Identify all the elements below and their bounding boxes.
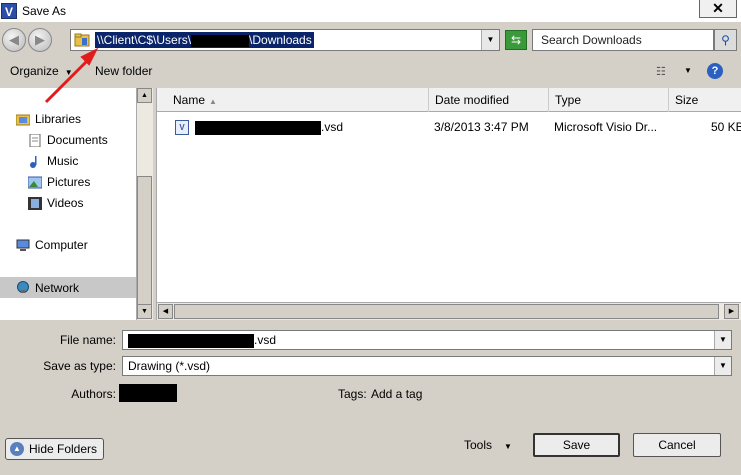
navigation-bar: ◀ ▶ \\Client\C$\Users\ \Downloads ▼ ⇆ Sea… bbox=[0, 22, 741, 58]
chevron-down-icon: ▼ bbox=[64, 68, 73, 77]
column-name-label: Name bbox=[173, 93, 206, 107]
navigation-pane: Libraries Documents Music Pictures Video… bbox=[0, 88, 136, 320]
libraries-icon bbox=[16, 114, 30, 125]
visio-app-icon: V bbox=[1, 3, 17, 19]
organize-button[interactable]: Organize ▼ bbox=[10, 64, 73, 78]
sort-ascending-icon: ▲ bbox=[209, 97, 217, 106]
search-input[interactable]: Search Downloads bbox=[532, 29, 714, 51]
sidebar-item-network[interactable]: Network bbox=[0, 277, 136, 298]
sidebar-item-libraries[interactable]: Libraries bbox=[16, 110, 81, 128]
scroll-up-arrow-icon[interactable]: ▲ bbox=[137, 88, 152, 103]
back-button[interactable]: ◀ bbox=[2, 28, 26, 52]
file-list-horizontal-scrollbar[interactable]: ◀ ▶ bbox=[157, 302, 741, 320]
navigation-pane-scrollbar[interactable]: ▲ ▼ bbox=[136, 88, 153, 320]
file-list: Name ▲ Date modified Type Size V .vsd 3/8… bbox=[156, 88, 741, 320]
search-icon[interactable]: ⚲ bbox=[714, 29, 737, 51]
forward-button[interactable]: ▶ bbox=[28, 28, 52, 52]
file-name-field[interactable]: .vsd ▼ bbox=[122, 330, 732, 350]
scroll-left-arrow-icon[interactable]: ◀ bbox=[158, 304, 173, 319]
cancel-button[interactable]: Cancel bbox=[633, 433, 721, 457]
redacted-author[interactable] bbox=[119, 384, 177, 402]
scroll-thumb[interactable] bbox=[174, 304, 719, 319]
file-name-cell: .vsd bbox=[195, 118, 343, 136]
redacted-username bbox=[191, 34, 250, 47]
file-extension: .vsd bbox=[321, 120, 344, 134]
sidebar-item-computer[interactable]: Computer bbox=[16, 236, 88, 254]
column-date-modified[interactable]: Date modified bbox=[429, 88, 549, 112]
file-name-label: File name: bbox=[59, 333, 116, 347]
computer-icon bbox=[16, 239, 30, 251]
tools-label: Tools bbox=[464, 438, 493, 452]
file-size-cell: 50 KB bbox=[711, 120, 741, 134]
column-type[interactable]: Type bbox=[549, 88, 669, 112]
title-bar: V Save As •••• ✕ bbox=[0, 0, 741, 22]
save-type-select[interactable]: Drawing (*.vsd) ▼ bbox=[122, 356, 732, 376]
address-dropdown-button[interactable]: ▼ bbox=[481, 30, 499, 50]
sidebar-item-label: Computer bbox=[35, 238, 88, 252]
file-name-extension: .vsd bbox=[254, 333, 277, 347]
help-icon[interactable]: ? bbox=[707, 63, 723, 79]
hide-folders-label: Hide Folders bbox=[29, 442, 98, 456]
save-button[interactable]: Save bbox=[533, 433, 620, 457]
file-type-cell: Microsoft Visio Dr... bbox=[554, 120, 658, 134]
file-name-dropdown-icon[interactable]: ▼ bbox=[714, 331, 731, 349]
pictures-icon bbox=[28, 176, 42, 188]
documents-icon bbox=[29, 133, 41, 147]
scroll-right-arrow-icon[interactable]: ▶ bbox=[724, 304, 739, 319]
table-row[interactable]: V .vsd 3/8/2013 3:47 PM Microsoft Visio … bbox=[157, 118, 741, 136]
window-title: Save As bbox=[22, 4, 67, 18]
close-button[interactable]: ✕ bbox=[699, 0, 737, 18]
tools-button[interactable]: Tools ▼ bbox=[464, 438, 512, 452]
column-size[interactable]: Size bbox=[669, 88, 741, 112]
save-type-label: Save as type: bbox=[43, 359, 116, 373]
authors-label: Authors: bbox=[71, 387, 116, 401]
videos-icon bbox=[28, 196, 42, 210]
sidebar-item-videos[interactable]: Videos bbox=[28, 194, 83, 212]
save-type-dropdown-icon[interactable]: ▼ bbox=[714, 357, 731, 375]
visio-file-icon: V bbox=[175, 120, 189, 135]
address-path[interactable]: \\Client\C$\Users\ \Downloads bbox=[95, 32, 314, 48]
hide-folders-button[interactable]: ▲ Hide Folders bbox=[5, 438, 105, 460]
file-date-cell: 3/8/2013 3:47 PM bbox=[434, 120, 529, 134]
sidebar-item-music[interactable]: Music bbox=[28, 152, 78, 170]
scroll-thumb[interactable] bbox=[137, 176, 152, 306]
address-bar[interactable]: \\Client\C$\Users\ \Downloads ▼ bbox=[70, 29, 500, 51]
tags-label: Tags: bbox=[338, 387, 367, 401]
chevron-down-icon: ▼ bbox=[504, 442, 512, 451]
redacted-file-name bbox=[128, 333, 254, 348]
collapse-icon: ▲ bbox=[10, 442, 24, 456]
tags-input[interactable]: Add a tag bbox=[371, 387, 422, 401]
view-options-icon[interactable]: ☷ bbox=[656, 65, 666, 78]
column-header: Name ▲ Date modified Type Size bbox=[157, 88, 741, 112]
command-toolbar: Organize ▼ New folder ☷ ▼ ? bbox=[0, 58, 741, 86]
sidebar-item-label: Pictures bbox=[47, 175, 91, 189]
music-icon bbox=[30, 155, 37, 168]
save-type-value: Drawing (*.vsd) bbox=[128, 359, 211, 373]
sidebar-item-label: Videos bbox=[47, 196, 84, 210]
redacted-file-name bbox=[195, 120, 321, 135]
new-folder-button[interactable]: New folder bbox=[95, 64, 152, 78]
scroll-down-arrow-icon[interactable]: ▼ bbox=[137, 304, 152, 319]
refresh-button[interactable]: ⇆ bbox=[505, 30, 527, 50]
view-dropdown-icon[interactable]: ▼ bbox=[684, 66, 692, 75]
organize-label: Organize bbox=[10, 64, 59, 78]
address-prefix: \\Client\C$\Users\ bbox=[97, 33, 192, 47]
sidebar-item-pictures[interactable]: Pictures bbox=[28, 173, 90, 191]
address-suffix: \Downloads bbox=[249, 33, 312, 47]
folder-icon bbox=[74, 33, 90, 47]
column-name[interactable]: Name ▲ bbox=[157, 88, 429, 112]
save-form: File name: .vsd ▼ Save as type: Drawing … bbox=[0, 322, 741, 475]
sidebar-item-label: Network bbox=[35, 280, 80, 295]
sidebar-item-label: Documents bbox=[47, 133, 108, 147]
sidebar-item-label: Music bbox=[47, 154, 79, 168]
network-icon bbox=[17, 281, 29, 293]
sidebar-item-label: Libraries bbox=[35, 112, 82, 126]
sidebar-item-documents[interactable]: Documents bbox=[28, 131, 108, 149]
